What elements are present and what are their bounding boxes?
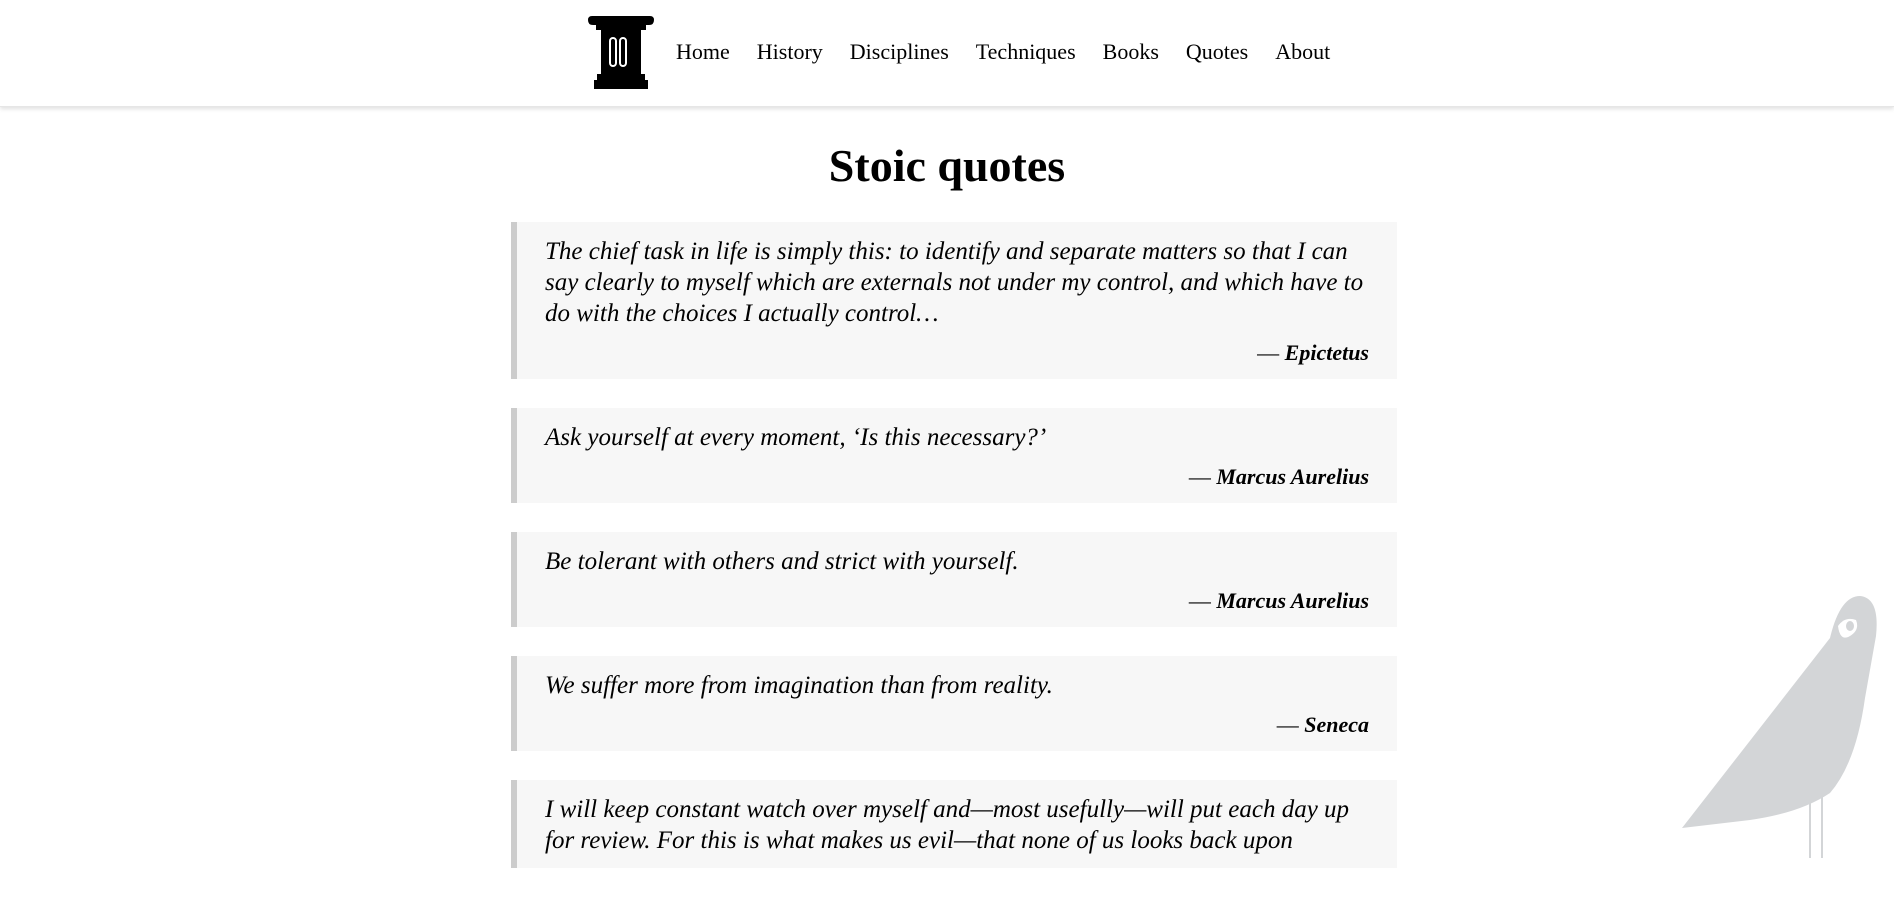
bird-illustration-icon [1682,596,1877,858]
quote-text: The chief task in life is simply this: t… [545,238,1364,327]
quote-list: The chief task in life is simply this: t… [511,222,1397,897]
quote-card: We suffer more from imagination than fro… [511,656,1397,751]
nav-disciplines[interactable]: Disciplines [850,38,949,66]
page-title: Stoic quotes [828,140,1066,191]
quote-text: Ask yourself at every moment, ‘Is this n… [545,424,1047,451]
quote-card: Be tolerant with others and strict with … [511,532,1397,627]
author-dash: — [1188,464,1217,489]
quote-card: Ask yourself at every moment, ‘Is this n… [511,408,1397,503]
author-name: Marcus Aurelius [1216,588,1369,613]
author-name: Marcus Aurelius [1216,464,1369,489]
quote-text: I will keep constant watch over myself a… [545,796,1350,854]
author-name: Seneca [1304,712,1369,737]
nav-about[interactable]: About [1275,38,1330,66]
quote-text: We suffer more from imagination than fro… [545,672,1053,699]
author-dash: — [1257,340,1285,365]
quote-author: — Marcus Aurelius [545,587,1369,615]
quote-card: The chief task in life is simply this: t… [511,222,1397,379]
nav-techniques[interactable]: Techniques [976,38,1076,66]
author-name: Epictetus [1284,340,1369,365]
nav-history[interactable]: History [757,38,823,66]
author-dash: — [1188,588,1217,613]
ionic-column-icon[interactable] [588,14,654,90]
nav-books[interactable]: Books [1103,38,1159,66]
quote-author: — Epictetus [545,339,1369,367]
main-nav: Home History Disciplines Techniques Book… [676,38,1357,66]
quote-author: — Marcus Aurelius [545,463,1369,491]
quote-text: Be tolerant with others and strict with … [545,548,1019,575]
author-dash: — [1276,712,1305,737]
nav-home[interactable]: Home [676,38,730,66]
quote-author: — Seneca [545,711,1369,739]
site-header: Home History Disciplines Techniques Book… [0,0,1894,107]
nav-quotes[interactable]: Quotes [1186,38,1248,66]
quote-card: I will keep constant watch over myself a… [511,780,1397,868]
